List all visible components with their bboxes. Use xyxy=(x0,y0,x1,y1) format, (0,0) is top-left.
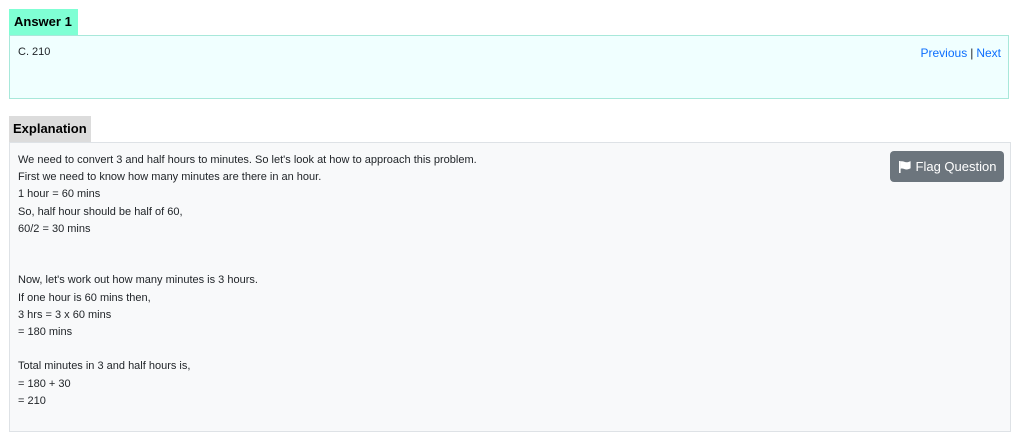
explanation-line: = 210 xyxy=(18,394,46,407)
explanation-line xyxy=(18,341,477,358)
explanation-line: = 180 + 30 xyxy=(18,377,71,390)
explanation-line: = 180 mins xyxy=(18,326,73,338)
explanation-text: We need to convert 3 and half hours to m… xyxy=(18,152,477,410)
answer-panel: C. 210 Previous | Next xyxy=(9,35,1009,99)
explanation-line: If one hour is 60 mins then, xyxy=(18,291,151,304)
flag-question-button[interactable]: Flag Question xyxy=(890,151,1004,182)
question-pager: Previous | Next xyxy=(921,46,1002,60)
explanation-line xyxy=(18,255,477,272)
explanation-line: Now, let's work out how many minutes is … xyxy=(18,274,258,287)
flag-icon xyxy=(898,160,912,174)
pager-separator: | xyxy=(970,46,974,60)
explanation-header: Explanation xyxy=(9,116,91,142)
explanation-line: Total minutes in 3 and half hours is, xyxy=(18,360,191,373)
explanation-line: We need to convert 3 and half hours to m… xyxy=(18,154,477,166)
explanation-line: 3 hrs = 3 x 60 mins xyxy=(18,308,112,321)
answer-header: Answer 1 xyxy=(9,9,78,35)
explanation-line: 1 hour = 60 mins xyxy=(18,188,101,201)
previous-link[interactable]: Previous xyxy=(921,46,968,60)
explanation-panel: We need to convert 3 and half hours to m… xyxy=(9,142,1011,432)
explanation-line: So, half hour should be half of 60, xyxy=(18,205,183,218)
explanation-line: First we need to know how many minutes a… xyxy=(18,171,322,184)
flag-question-label: Flag Question xyxy=(915,159,997,174)
next-link[interactable]: Next xyxy=(976,46,1001,60)
explanation-line xyxy=(18,238,477,255)
explanation-line: 60/2 = 30 mins xyxy=(18,222,91,235)
answer-value: C. 210 xyxy=(18,46,51,58)
